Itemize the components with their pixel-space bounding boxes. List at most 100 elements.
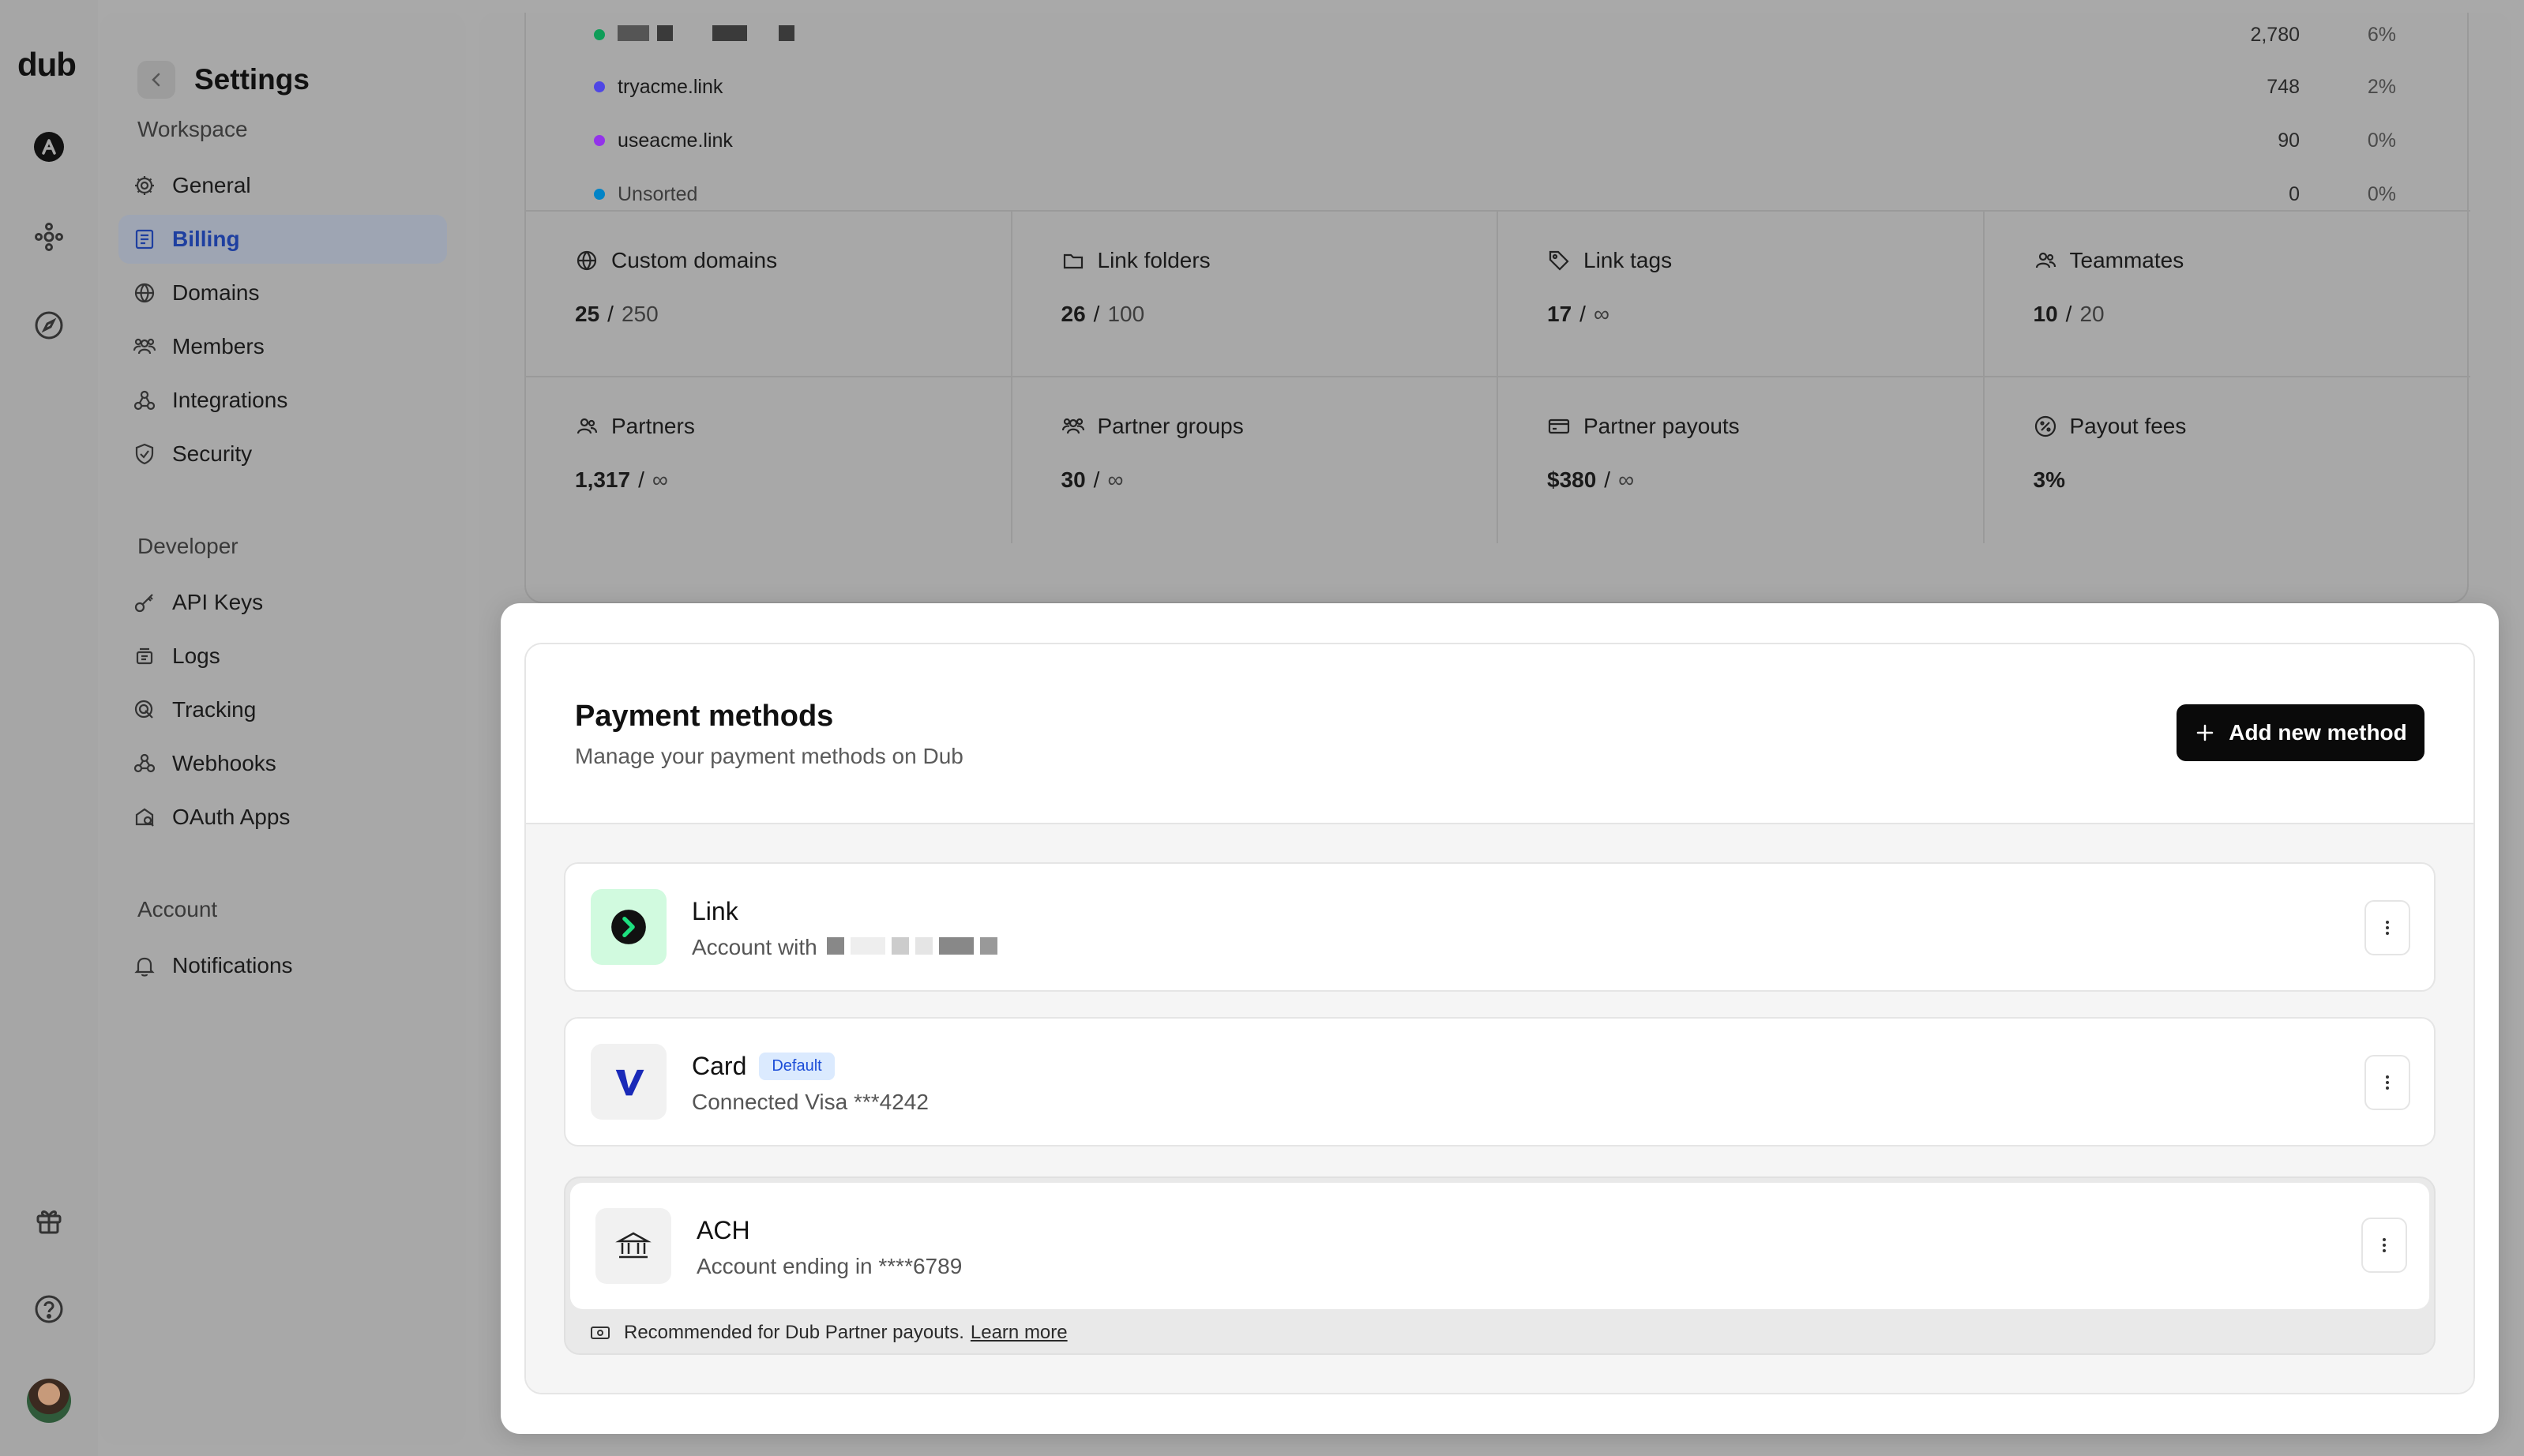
users-icon: [2035, 252, 2056, 268]
shield-icon: [135, 443, 154, 465]
settings-sidebar: Settings Workspace General Billing Domai…: [100, 13, 466, 1445]
payment-method-link[interactable]: Link Account with: [564, 862, 2436, 992]
domain-name: Unsorted: [618, 182, 698, 205]
sidebar-item-label: Members: [172, 334, 265, 358]
sidebar-item-label: General: [172, 173, 251, 197]
stat-teammates: Teammates 10/20: [1984, 212, 2470, 377]
network-icon[interactable]: [24, 212, 74, 262]
payment-methods-title: Payment methods: [575, 700, 834, 733]
sidebar-item-integrations[interactable]: Integrations: [118, 376, 447, 425]
help-icon[interactable]: [24, 1284, 74, 1334]
stat-limit: ∞: [1593, 302, 1609, 326]
chevron-left-icon: [152, 73, 160, 87]
sidebar-item-members[interactable]: Members: [118, 322, 447, 371]
sidebar-item-webhooks[interactable]: Webhooks: [118, 739, 447, 788]
stat-payout-fees: Payout fees 3%: [1985, 377, 2471, 543]
sidebar-item-label: Webhooks: [172, 751, 276, 775]
dub-logo[interactable]: dub: [17, 46, 77, 84]
payment-methods-list: Link Account with Card Default Connected…: [526, 824, 2473, 1393]
stat-used: 1,317: [575, 467, 631, 492]
stat-used: 25: [575, 302, 600, 326]
payment-method-ach[interactable]: ACH Account ending in ****6789: [570, 1183, 2429, 1309]
sidebar-item-label: Domains: [172, 280, 260, 305]
domain-clicks: 0: [2289, 182, 2300, 205]
ach-recommendation-note: Recommended for Dub Partner payouts. Lea…: [589, 1317, 1068, 1349]
sidebar-item-label: Integrations: [172, 388, 288, 412]
domain-percent: 0%: [2367, 182, 2396, 205]
sidebar-item-label: Security: [172, 441, 253, 466]
globe-icon: [577, 250, 597, 271]
sidebar-item-security[interactable]: Security: [118, 430, 447, 478]
stat-label: Custom domains: [611, 248, 778, 272]
method-desc: Account ending in ****6789: [697, 1254, 963, 1278]
sidebar-item-domains[interactable]: Domains: [118, 268, 447, 317]
section-account: Account: [137, 897, 218, 921]
oauth-icon: [135, 808, 154, 827]
percent-icon: [2034, 415, 2056, 437]
domain-row: useacme.link 90 0%: [594, 125, 2410, 156]
more-options-button[interactable]: [2364, 900, 2410, 955]
card-icon: [1548, 418, 1570, 434]
learn-more-link[interactable]: Learn more: [971, 1322, 1068, 1344]
stat-partner-groups: Partner groups 30/∞: [1012, 377, 1498, 543]
domain-clicks: 90: [2278, 129, 2300, 152]
money-icon: [591, 1327, 610, 1339]
domain-row: 2,780 6%: [594, 19, 2410, 51]
stat-label: Link tags: [1583, 248, 1673, 272]
usage-stats-grid: Custom domains 25/250 Link folders 26/10…: [526, 210, 2471, 543]
groups-icon: [1061, 418, 1084, 434]
stat-limit: ∞: [1618, 467, 1635, 492]
sidebar-item-label: API Keys: [172, 590, 264, 614]
method-desc: Connected Visa ***4242: [692, 1090, 929, 1114]
sidebar-item-label: Billing: [172, 227, 240, 251]
gift-icon[interactable]: [24, 1195, 74, 1246]
stat-used: 17: [1547, 302, 1572, 326]
sidebar-item-notifications[interactable]: Notifications: [118, 941, 447, 990]
sidebar-item-label: Tracking: [172, 697, 257, 722]
compass-icon[interactable]: [24, 300, 74, 351]
domain-dot: [594, 81, 605, 92]
stat-label: Partners: [611, 414, 695, 438]
more-options-button[interactable]: [2364, 1055, 2410, 1110]
sidebar-item-oauth-apps[interactable]: OAuth Apps: [118, 793, 447, 842]
stat-label: Link folders: [1097, 248, 1211, 272]
add-new-method-label: Add new method: [2229, 720, 2407, 745]
ach-note-text: Recommended for Dub Partner payouts.: [624, 1322, 964, 1343]
domain-name: useacme.link: [618, 129, 733, 152]
stat-label: Partner payouts: [1583, 414, 1740, 438]
default-badge: Default: [759, 1053, 835, 1080]
sidebar-item-general[interactable]: General: [118, 161, 447, 210]
gear-icon: [135, 176, 154, 195]
payment-method-card[interactable]: Card Default Connected Visa ***4242: [564, 1017, 2436, 1146]
domain-percent: 2%: [2367, 75, 2396, 98]
stat-used: 3%: [2033, 467, 2065, 492]
domain-clicks: 748: [2267, 75, 2300, 98]
sidebar-item-label: OAuth Apps: [172, 805, 291, 829]
users-icon: [133, 338, 156, 355]
stat-partner-payouts: Partner payouts $380/∞: [1498, 377, 1985, 543]
payment-methods-card: Payment methods Manage your payment meth…: [524, 643, 2475, 1394]
redacted-email: [826, 935, 1004, 960]
back-button[interactable]: [137, 61, 175, 99]
workspace-icon[interactable]: [24, 122, 74, 172]
stat-limit: 100: [1107, 302, 1145, 326]
sidebar-item-logs[interactable]: Logs: [118, 632, 447, 681]
payment-methods-subtitle: Manage your payment methods on Dub: [575, 744, 963, 768]
more-options-button[interactable]: [2361, 1218, 2407, 1273]
receipt-icon: [135, 229, 154, 250]
method-name: Card Default: [692, 1052, 835, 1081]
stat-used: 30: [1061, 467, 1086, 492]
sidebar-item-label: Logs: [172, 644, 220, 668]
stat-limit: 20: [2079, 302, 2105, 326]
sidebar-item-billing[interactable]: Billing: [118, 215, 447, 264]
sidebar-item-tracking[interactable]: Tracking: [118, 685, 447, 734]
sidebar-item-api-keys[interactable]: API Keys: [118, 578, 447, 627]
add-new-method-button[interactable]: Add new method: [2177, 704, 2424, 761]
avatar[interactable]: [27, 1379, 71, 1423]
method-desc: Account with: [692, 935, 1004, 960]
app-rail: dub: [0, 0, 98, 1456]
more-vertical-icon: [2386, 921, 2389, 935]
stat-limit: ∞: [652, 467, 668, 492]
plus-icon: [2196, 724, 2214, 741]
folder-icon: [1063, 253, 1083, 269]
